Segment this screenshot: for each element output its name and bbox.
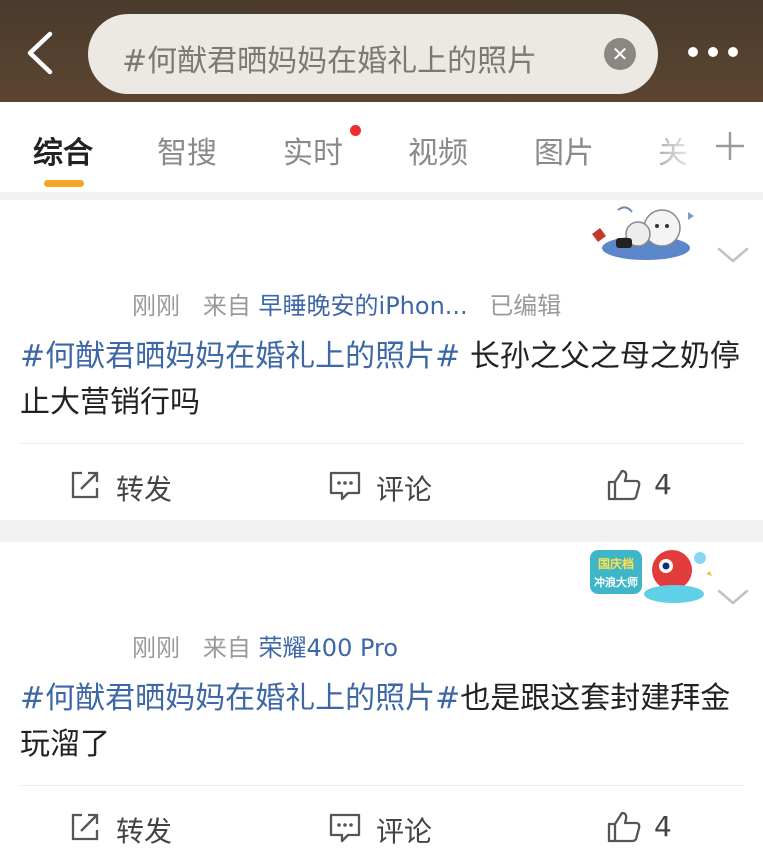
like-count: 4 bbox=[654, 468, 672, 501]
tab-realtime[interactable]: 实时 bbox=[283, 128, 343, 172]
post-text: #何猷君晒妈妈在婚礼上的照片#也是跟这套封建拜金玩溜了 bbox=[20, 676, 740, 768]
like-button[interactable]: 4 bbox=[606, 468, 686, 504]
post-card[interactable]: 国庆档 冲浪大师 刚刚 来自 荣耀400 Pro #何猷君晒妈妈在婚礼上的照片#… bbox=[0, 542, 763, 863]
divider bbox=[20, 785, 744, 786]
clear-icon[interactable]: ✕ bbox=[604, 38, 636, 70]
back-arrow-icon[interactable] bbox=[22, 30, 58, 76]
post-time: 刚刚 bbox=[132, 634, 180, 662]
hashtag-link[interactable]: #何猷君晒妈妈在婚礼上的照片# bbox=[20, 339, 460, 374]
section-gap bbox=[0, 192, 763, 200]
source-prefix: 来自 bbox=[202, 292, 251, 320]
section-gap bbox=[0, 520, 763, 542]
like-button[interactable]: 4 bbox=[606, 810, 686, 846]
more-dots-icon[interactable] bbox=[688, 44, 748, 60]
hashtag-link[interactable]: #何猷君晒妈妈在婚礼上的照片# bbox=[20, 681, 460, 716]
post-time: 刚刚 bbox=[132, 292, 180, 320]
post-card[interactable]: 刚刚 来自 早睡晚安的iPhon... 已编辑 #何猷君晒妈妈在婚礼上的照片# … bbox=[0, 200, 763, 520]
repost-label: 转发 bbox=[116, 815, 173, 848]
cartoon-sticker-icon bbox=[588, 204, 704, 264]
chevron-down-icon[interactable] bbox=[716, 244, 750, 266]
comment-label: 评论 bbox=[376, 473, 433, 506]
top-search-bar: #何猷君晒妈妈在婚礼上的照片 ✕ bbox=[0, 0, 763, 102]
svg-text:冲浪大师: 冲浪大师 bbox=[594, 575, 638, 589]
repost-label: 转发 bbox=[116, 473, 173, 506]
post-text: #何猷君晒妈妈在婚礼上的照片# 长孙之父之母之奶停止大营销行吗 bbox=[20, 334, 740, 426]
comment-label: 评论 bbox=[376, 815, 433, 848]
edited-label: 已编辑 bbox=[489, 292, 562, 320]
like-count: 4 bbox=[654, 810, 672, 843]
repost-button[interactable]: 转发 bbox=[68, 468, 188, 506]
comment-button[interactable]: 评论 bbox=[328, 810, 448, 848]
tab-video[interactable]: 视频 bbox=[408, 128, 468, 172]
search-input[interactable]: #何猷君晒妈妈在婚礼上的照片 ✕ bbox=[88, 14, 658, 94]
repost-button[interactable]: 转发 bbox=[68, 810, 188, 848]
source-prefix: 来自 bbox=[202, 634, 251, 662]
post-source-link[interactable]: 荣耀400 Pro bbox=[259, 634, 399, 662]
active-tab-indicator bbox=[44, 180, 84, 187]
chevron-down-icon[interactable] bbox=[716, 586, 750, 608]
svg-text:国庆档: 国庆档 bbox=[598, 556, 634, 571]
new-badge-dot bbox=[350, 125, 361, 136]
divider bbox=[20, 443, 744, 444]
post-meta: 刚刚 来自 荣耀400 Pro bbox=[132, 628, 398, 663]
post-meta: 刚刚 来自 早睡晚安的iPhon... 已编辑 bbox=[132, 286, 561, 321]
search-query: #何猷君晒妈妈在婚礼上的照片 bbox=[122, 44, 538, 79]
tab-all[interactable]: 综合 bbox=[33, 128, 93, 172]
tab-bar: 综合 智搜 实时 视频 图片 关 bbox=[0, 102, 763, 192]
thumbs-up-icon bbox=[607, 811, 641, 843]
tab-images[interactable]: 图片 bbox=[534, 128, 594, 172]
repost-icon bbox=[71, 471, 99, 499]
thumbs-up-icon bbox=[607, 469, 641, 501]
repost-icon bbox=[71, 813, 99, 841]
comment-button[interactable]: 评论 bbox=[328, 468, 448, 506]
add-tab-icon[interactable] bbox=[714, 130, 746, 162]
post-source-link[interactable]: 早睡晚安的iPhon... bbox=[259, 292, 468, 320]
comment-icon bbox=[329, 471, 361, 501]
tab-smart-search[interactable]: 智搜 bbox=[157, 128, 217, 172]
comment-icon bbox=[329, 813, 361, 843]
national-day-badge-icon: 国庆档 冲浪大师 bbox=[588, 544, 714, 608]
